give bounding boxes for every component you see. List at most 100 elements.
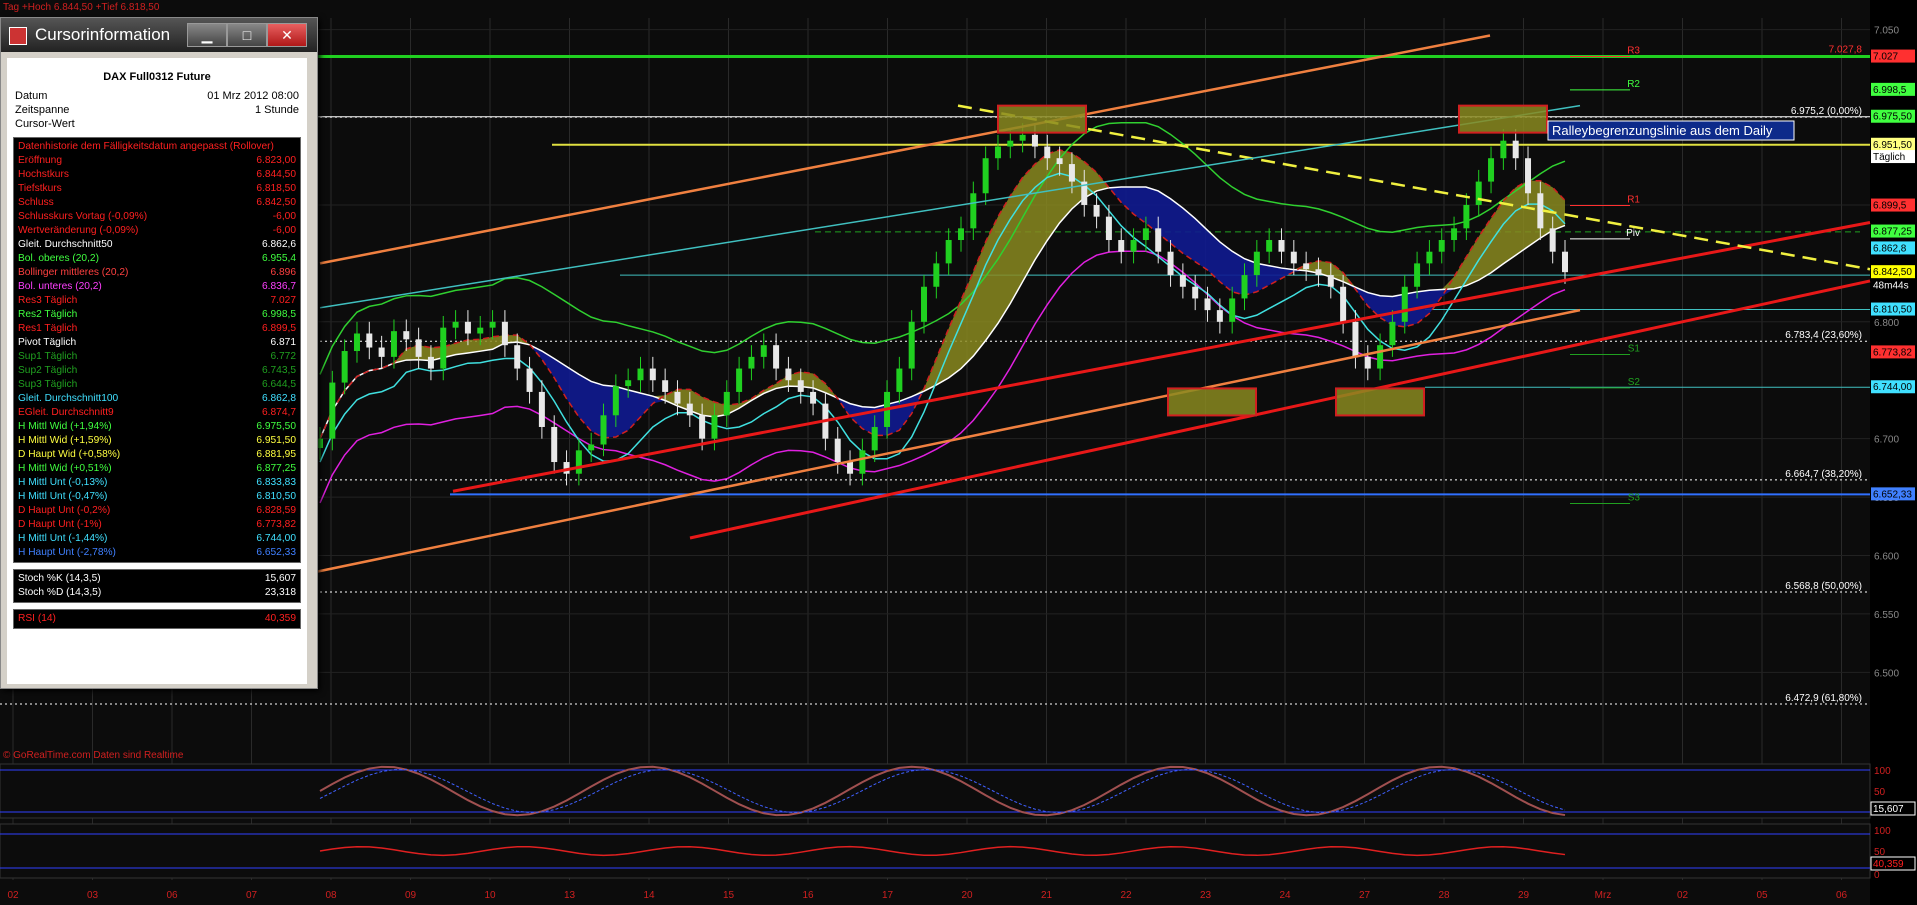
rsi-pane bbox=[0, 823, 1871, 879]
candle-body bbox=[859, 450, 866, 474]
candle-body bbox=[1537, 193, 1544, 229]
candle-body bbox=[871, 426, 878, 451]
x-tick-label: Mrz bbox=[1595, 890, 1612, 901]
row-value: 6.744,00 bbox=[256, 533, 296, 544]
row-value: 6.823,00 bbox=[256, 155, 296, 166]
x-tick-label: 27 bbox=[1359, 890, 1371, 901]
indicator-row: RSI (14) 40,359 bbox=[18, 612, 296, 626]
row-label: D Haupt Unt (-1%) bbox=[18, 519, 102, 530]
row-label: Hochstkurs bbox=[18, 169, 69, 180]
indicator-row: H Mittl Wid (+0,51%) 6.877,25 bbox=[18, 462, 296, 476]
stochastic-values: Stoch %K (14,3,5) 15,607 Stoch %D (14,3,5)… bbox=[13, 569, 301, 603]
row-value: 6.844,50 bbox=[256, 169, 296, 180]
stochastic-value: 15,607 bbox=[1873, 804, 1904, 815]
row-label: Bol. unteres (20,2) bbox=[18, 281, 102, 292]
x-tick-label: 16 bbox=[802, 890, 814, 901]
row-label: Sup2 Täglich bbox=[18, 365, 78, 376]
y-tick-label: 100 bbox=[1874, 766, 1891, 777]
candle-body bbox=[1216, 310, 1223, 322]
indicator-row: Pivot Täglich 6.871 bbox=[18, 336, 296, 350]
row-label: Zeitspanne bbox=[15, 104, 70, 116]
candle-body bbox=[538, 391, 545, 427]
x-tick-label: 06 bbox=[1836, 890, 1848, 901]
candle-body bbox=[1315, 269, 1322, 276]
candle-body bbox=[403, 331, 410, 340]
candle-body bbox=[1500, 140, 1507, 159]
y-tick-label: 50 bbox=[1874, 787, 1886, 798]
price-tag-label: 6.862,8 bbox=[1873, 243, 1907, 254]
indicator-row: Datenhistorie dem Fälligkeitsdatum angep… bbox=[18, 140, 296, 154]
minimize-button[interactable]: ▁ bbox=[187, 23, 227, 47]
candle-body bbox=[1019, 134, 1026, 141]
row-value: 6.842,50 bbox=[256, 197, 296, 208]
row-label: Wertveränderung (-0,09%) bbox=[18, 225, 139, 236]
x-tick-label: 13 bbox=[564, 890, 576, 901]
candle-body bbox=[748, 356, 755, 369]
x-tick-label: 06 bbox=[166, 890, 178, 901]
row-label: Eröffnung bbox=[18, 155, 62, 166]
level-label: 6.783,4 (23,60%) bbox=[1785, 330, 1862, 341]
x-tick-label: 02 bbox=[1677, 890, 1689, 901]
candle-body bbox=[1327, 275, 1334, 287]
candle-body bbox=[945, 240, 952, 264]
row-value: 6.871 bbox=[270, 337, 297, 348]
indicator-row: H Mittl Unt (-0,13%) 6.833,83 bbox=[18, 476, 296, 490]
row-label: H Mittl Unt (-0,47%) bbox=[18, 491, 108, 502]
indicator-row: Gleit. Durchschnitt50 6.862,6 bbox=[18, 238, 296, 252]
candle-body bbox=[1031, 134, 1038, 147]
y-tick-label: 50 bbox=[1874, 847, 1886, 858]
stochastic-pane bbox=[0, 763, 1871, 819]
candle-body bbox=[1192, 286, 1199, 299]
level-label: 6.975,2 (0,00%) bbox=[1791, 106, 1862, 117]
row-value: 6.833,83 bbox=[256, 477, 296, 488]
candle-body bbox=[366, 333, 373, 348]
price-tag-label: 48m44s bbox=[1873, 281, 1909, 292]
indicator-row: Sup2 Täglich 6.743,5 bbox=[18, 364, 296, 378]
price-tag-label: 6.773,82 bbox=[1873, 347, 1912, 358]
y-tick-label: 0 bbox=[1874, 870, 1880, 881]
candle-body bbox=[736, 368, 743, 392]
row-value: -6,00 bbox=[272, 211, 296, 222]
indicator-row: H Mittl Wid (+1,94%) 6.975,50 bbox=[18, 420, 296, 434]
indicator-row: Gleit. Durchschnitt100 6.862,8 bbox=[18, 392, 296, 406]
x-tick-label: 24 bbox=[1279, 890, 1291, 901]
candle-body bbox=[994, 146, 1001, 159]
row-label: Sup3 Täglich bbox=[18, 379, 78, 390]
candle-body bbox=[662, 380, 669, 392]
price-tag-label: 6.899,5 bbox=[1873, 201, 1907, 212]
row-label: Gleit. Durchschnitt100 bbox=[18, 393, 119, 404]
price-tag-label: 6.877,25 bbox=[1873, 227, 1912, 238]
pivot-label: Piv bbox=[1626, 228, 1640, 239]
close-button[interactable]: ✕ bbox=[267, 23, 307, 47]
row-label: Sup1 Täglich bbox=[18, 351, 78, 362]
source-text: © GoRealTime.com Daten sind Realtime bbox=[3, 750, 184, 761]
pivot-label: S1 bbox=[1628, 344, 1641, 355]
maximize-button[interactable]: □ bbox=[227, 23, 267, 47]
candle-body bbox=[921, 286, 928, 322]
row-value: 6.743,5 bbox=[262, 365, 296, 376]
candle-body bbox=[1364, 356, 1371, 369]
candle-body bbox=[649, 368, 656, 381]
price-tag-label: 6.810,50 bbox=[1873, 305, 1912, 316]
candle-body bbox=[970, 193, 977, 229]
row-label: Datenhistorie dem Fälligkeitsdatum angep… bbox=[18, 141, 274, 152]
row-label: H Mittl Wid (+0,51%) bbox=[18, 463, 112, 474]
indicator-row: H Mittl Wid (+1,59%) 6.951,50 bbox=[18, 434, 296, 448]
window-titlebar[interactable]: Cursorinformation ▁ □ ✕ bbox=[1, 18, 317, 52]
cursor-info-window[interactable]: Cursorinformation ▁ □ ✕ DAX Full0312 Fut… bbox=[0, 17, 318, 689]
candle-body bbox=[1253, 251, 1260, 276]
x-tick-label: 22 bbox=[1120, 890, 1132, 901]
candle-body bbox=[674, 391, 681, 404]
row-label: Schlusskurs Vortag (-0,09%) bbox=[18, 211, 148, 222]
meta-row: Zeitspanne 1 Stunde bbox=[7, 103, 307, 117]
pivot-label: R2 bbox=[1627, 79, 1640, 90]
indicator-row: Wertveränderung (-0,09%) -6,00 bbox=[18, 224, 296, 238]
row-value: 01 Mrz 2012 08:00 bbox=[207, 90, 299, 102]
candle-body bbox=[1389, 321, 1396, 346]
row-value: 6.955,4 bbox=[262, 253, 296, 264]
candle-body bbox=[551, 426, 558, 463]
price-tag-label: 6.951,50 bbox=[1873, 140, 1912, 151]
candle-body bbox=[896, 368, 903, 392]
x-tick-label: 02 bbox=[7, 890, 19, 901]
price-tag-label: 7.027 bbox=[1873, 52, 1898, 63]
